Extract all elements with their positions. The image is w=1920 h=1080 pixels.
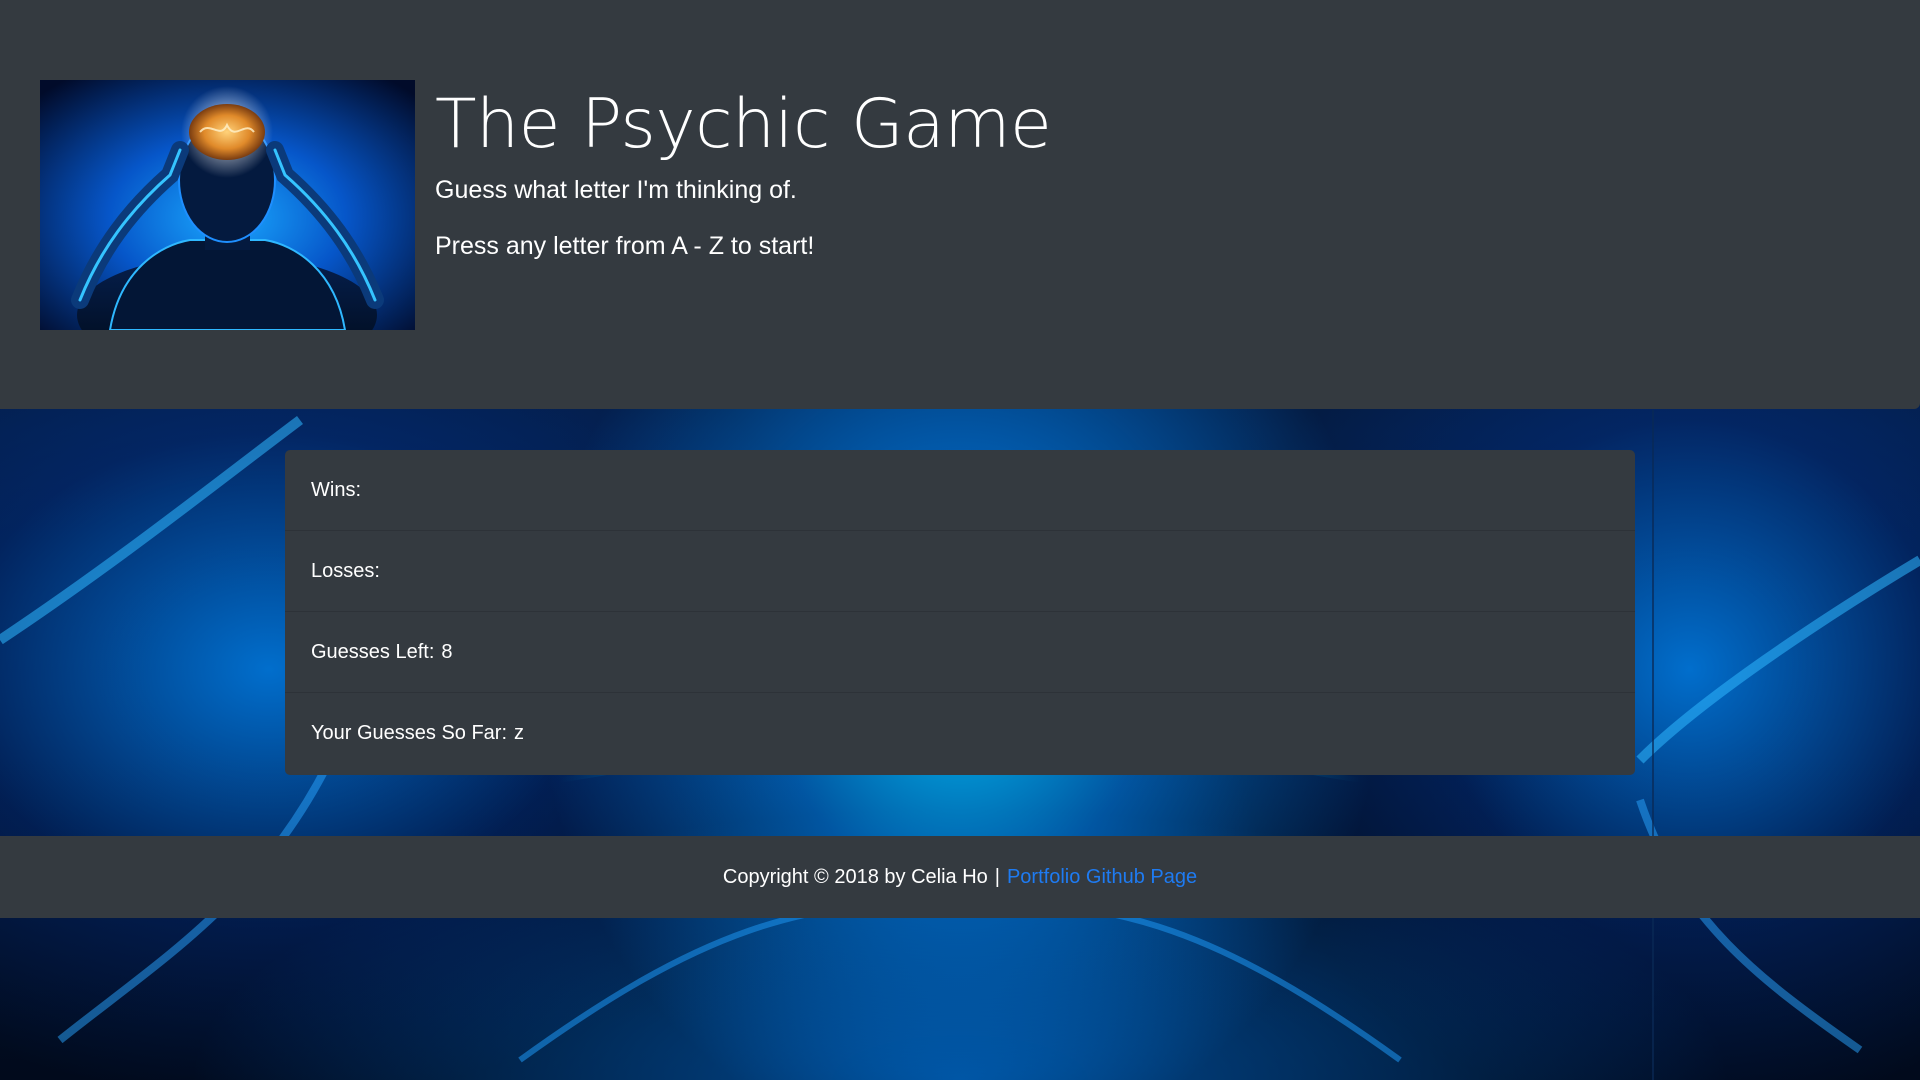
psychic-head-icon (40, 80, 415, 330)
guesses-so-far-value: z (514, 722, 525, 744)
start-instruction: Press any letter from A - Z to start! (435, 232, 815, 260)
footer: Copyright © 2018 by Celia Ho | Portfolio… (0, 836, 1920, 918)
guesses-left-value: 8 (441, 640, 453, 663)
stats-card: Wins: Losses: Guesses Left: 8 Your Guess… (285, 450, 1635, 775)
header-jumbotron: The Psychic Game Guess what letter I'm t… (0, 0, 1920, 409)
copyright-text: Copyright © 2018 by Celia Ho (722, 865, 988, 888)
guesses-left-label: Guesses Left: (311, 640, 435, 663)
page-title: The Psychic Game (435, 85, 1052, 164)
wins-label: Wins: (311, 478, 361, 501)
portfolio-github-link[interactable]: Portfolio Github Page (1007, 866, 1197, 889)
losses-row: Losses: (285, 531, 1635, 612)
guesses-so-far-label: Your Guesses So Far: (311, 722, 508, 744)
losses-label: Losses: (311, 559, 380, 582)
guesses-left-row: Guesses Left: 8 (285, 612, 1635, 693)
page-subtitle: Guess what letter I'm thinking of. (435, 176, 797, 204)
wins-row: Wins: (285, 450, 1635, 531)
psychic-head-image (40, 80, 415, 330)
guesses-so-far-row: Your Guesses So Far: z (285, 693, 1635, 774)
footer-separator: | (994, 865, 1000, 888)
hero-text: The Psychic Game Guess what letter I'm t… (435, 80, 1835, 264)
